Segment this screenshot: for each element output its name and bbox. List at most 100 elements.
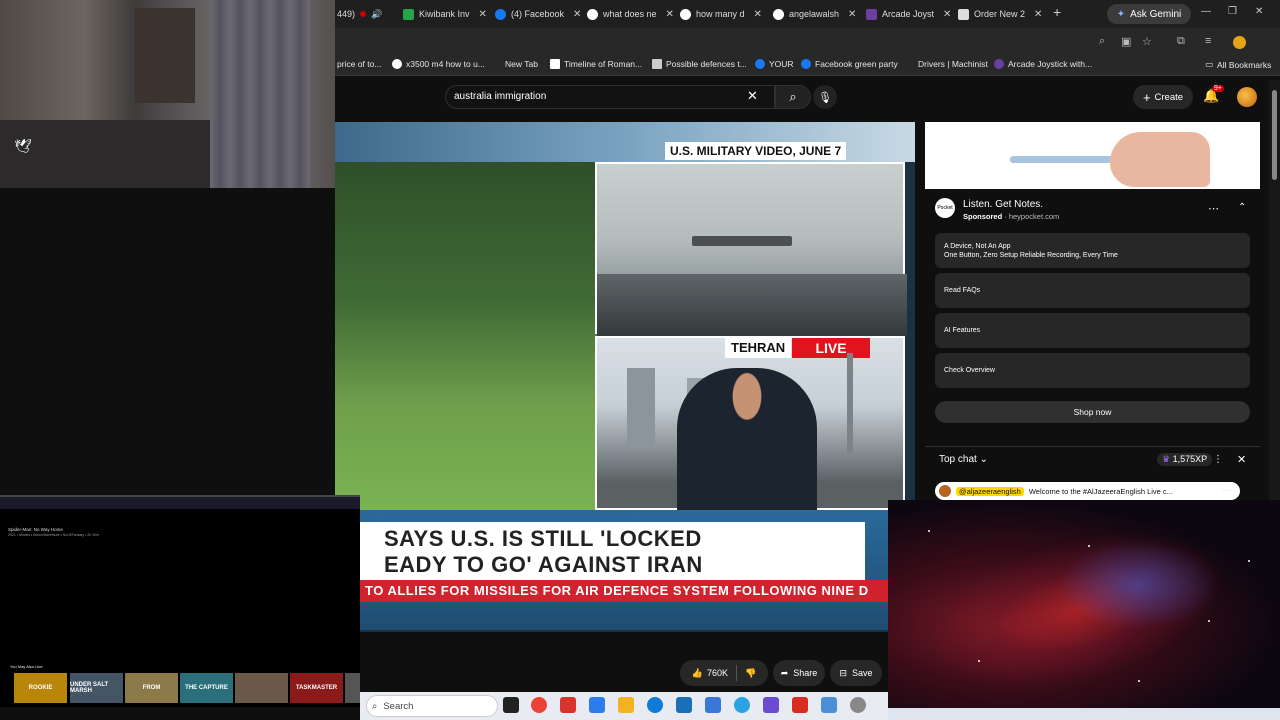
new-tab-button[interactable]: +: [1053, 4, 1061, 20]
search-icon: ⌕: [372, 700, 378, 712]
file-explorer-icon[interactable]: [618, 697, 634, 713]
more-options-icon[interactable]: ⋯: [1208, 202, 1219, 215]
browser-tab-1[interactable]: Kiwibank Inv ✕: [403, 4, 493, 24]
bookmark-7[interactable]: Drivers | Machinist: [918, 59, 988, 69]
tab-label: Order New 2: [974, 9, 1026, 19]
tab-label: (4) Facebook: [511, 9, 565, 19]
door-shape: [135, 8, 195, 103]
bookmark-6[interactable]: Facebook green party: [801, 59, 898, 69]
share-button[interactable]: ➦ Share: [773, 660, 825, 686]
page-icon: [652, 59, 662, 69]
ask-gemini-button[interactable]: ✦ Ask Gemini: [1107, 4, 1191, 24]
star: [928, 530, 930, 532]
ad-card: Pocket Listen. Get Notes. Sponsored · he…: [925, 190, 1260, 435]
clear-search-icon[interactable]: ✕: [747, 88, 758, 104]
close-window-icon[interactable]: ✕: [1255, 6, 1263, 17]
dislike-button[interactable]: 👎: [745, 668, 756, 679]
browser-tab-2[interactable]: (4) Facebook ✕: [495, 4, 585, 24]
save-button[interactable]: ⊟ Save: [830, 660, 882, 686]
ad-button-faqs[interactable]: Read FAQs: [935, 273, 1250, 308]
speaker-icon[interactable]: 🔊: [371, 9, 382, 20]
poster-2[interactable]: FROM: [125, 673, 178, 703]
poster-6[interactable]: [345, 673, 360, 703]
maximize-icon[interactable]: ❐: [1228, 6, 1237, 17]
top-chat-dropdown[interactable]: Top chat ⌄: [939, 454, 988, 465]
search-button[interactable]: ⌕: [775, 85, 811, 109]
windows-taskbar: ⌕ Search: [360, 692, 888, 720]
ad-button-ai-features[interactable]: AI Features: [935, 313, 1250, 348]
taskbar-search[interactable]: ⌕ Search: [366, 695, 498, 717]
voice-search-button[interactable]: 🎙: [813, 85, 837, 109]
xp-value: 1,575XP: [1172, 454, 1208, 464]
poster-4[interactable]: [235, 673, 288, 703]
edge-icon[interactable]: [647, 697, 663, 713]
telegram-icon[interactable]: [734, 697, 750, 713]
app-icon[interactable]: [821, 697, 837, 713]
bookmark-label: New Tab: [505, 59, 538, 69]
close-chat-icon[interactable]: ✕: [1237, 453, 1246, 466]
browser-tab-0[interactable]: 449) 🔊 ✕: [337, 4, 387, 24]
outlook-icon[interactable]: [705, 697, 721, 713]
ad-button-title: A Device, Not An App: [944, 242, 1011, 250]
headline-line-1: SAYS U.S. IS STILL 'LOCKED: [384, 526, 702, 551]
scrollbar-thumb[interactable]: [1272, 90, 1277, 180]
poster-5[interactable]: TASKMASTER: [290, 673, 343, 703]
cast-icon[interactable]: ▣: [1121, 35, 1131, 48]
message-more-icon[interactable]: ⋯: [1221, 485, 1230, 496]
video-player[interactable]: U.S. MILITARY VIDEO, JUNE 7 TEHRAN LIVE …: [335, 122, 915, 632]
video-actions: 👍 760K 👎 ➦ Share ⊟ Save: [680, 660, 890, 686]
app-icon[interactable]: [763, 697, 779, 713]
bookmark-star-icon[interactable]: ☆: [1142, 35, 1152, 48]
bookmark-2[interactable]: New Tab: [505, 59, 538, 69]
bookmark-3[interactable]: Timeline of Roman...: [550, 59, 642, 69]
browser-tab-7[interactable]: Order New 2 ✕: [958, 4, 1048, 24]
browser-tab-6[interactable]: Arcade Joyst ✕: [866, 4, 956, 24]
space-nebula-image: [888, 500, 1280, 708]
menu-lines-icon[interactable]: ≡: [1205, 35, 1211, 47]
app-icon[interactable]: [589, 697, 605, 713]
poster-3[interactable]: THE CAPTURE: [180, 673, 233, 703]
shop-now-button[interactable]: Shop now: [935, 401, 1250, 423]
close-tab-icon[interactable]: ✕: [943, 9, 951, 20]
extensions-icon[interactable]: ⧉: [1177, 35, 1185, 48]
collapse-chevron-icon[interactable]: ⌃: [1238, 202, 1246, 213]
poster-0[interactable]: ROOKIE: [14, 673, 67, 703]
bookmark-5[interactable]: YOUR: [755, 59, 794, 69]
zoom-icon[interactable]: ⌕: [1099, 35, 1105, 48]
bookmark-1[interactable]: x3500 m4 how to u...: [392, 59, 485, 69]
profile-avatar-icon[interactable]: [1233, 36, 1246, 49]
chat-more-icon[interactable]: ⋮: [1213, 454, 1223, 465]
browser-tab-4[interactable]: how many d ✕: [680, 4, 770, 24]
xp-badge[interactable]: ♛ 1,575XP: [1157, 453, 1213, 466]
crown-icon: ♛: [1162, 454, 1171, 464]
bookmark-8[interactable]: Arcade Joystick with...: [994, 59, 1092, 69]
create-button[interactable]: + Create: [1133, 85, 1193, 109]
close-tab-icon[interactable]: ✕: [1034, 9, 1042, 20]
account-avatar[interactable]: [1237, 87, 1257, 107]
bookmark-4[interactable]: Possible defences t...: [652, 59, 747, 69]
like-button[interactable]: 👍 760K: [692, 668, 728, 679]
browser-tab-5[interactable]: angelawalsh ✕: [773, 4, 863, 24]
browser-tab-3[interactable]: what does ne ✕: [587, 4, 677, 24]
ad-button-overview[interactable]: Check Overview: [935, 353, 1250, 388]
app-icon[interactable]: [792, 697, 808, 713]
close-tab-icon[interactable]: ✕: [666, 9, 674, 20]
google-icon: [587, 8, 598, 20]
close-tab-icon[interactable]: ✕: [479, 9, 487, 20]
close-tab-icon[interactable]: ✕: [573, 9, 581, 20]
all-bookmarks-button[interactable]: ▭ All Bookmarks: [1205, 59, 1271, 70]
search-input[interactable]: australia immigration: [445, 85, 775, 109]
mini-browser-bar: [0, 497, 360, 509]
close-tab-icon[interactable]: ✕: [848, 9, 856, 20]
settings-gear-icon[interactable]: [850, 697, 866, 713]
task-view-icon[interactable]: [503, 697, 519, 713]
chrome-icon[interactable]: [531, 697, 547, 713]
poster-1[interactable]: UNDER SALT MARSH: [70, 673, 123, 703]
close-tab-icon[interactable]: ✕: [754, 9, 762, 20]
app-icon[interactable]: [560, 697, 576, 713]
app-icon[interactable]: [676, 697, 692, 713]
ad-banner-image[interactable]: [925, 122, 1260, 189]
ad-button-device[interactable]: A Device, Not An App One Button, Zero Se…: [935, 233, 1250, 268]
bookmark-0[interactable]: price of to...: [337, 59, 381, 69]
minimize-icon[interactable]: —: [1201, 6, 1211, 17]
